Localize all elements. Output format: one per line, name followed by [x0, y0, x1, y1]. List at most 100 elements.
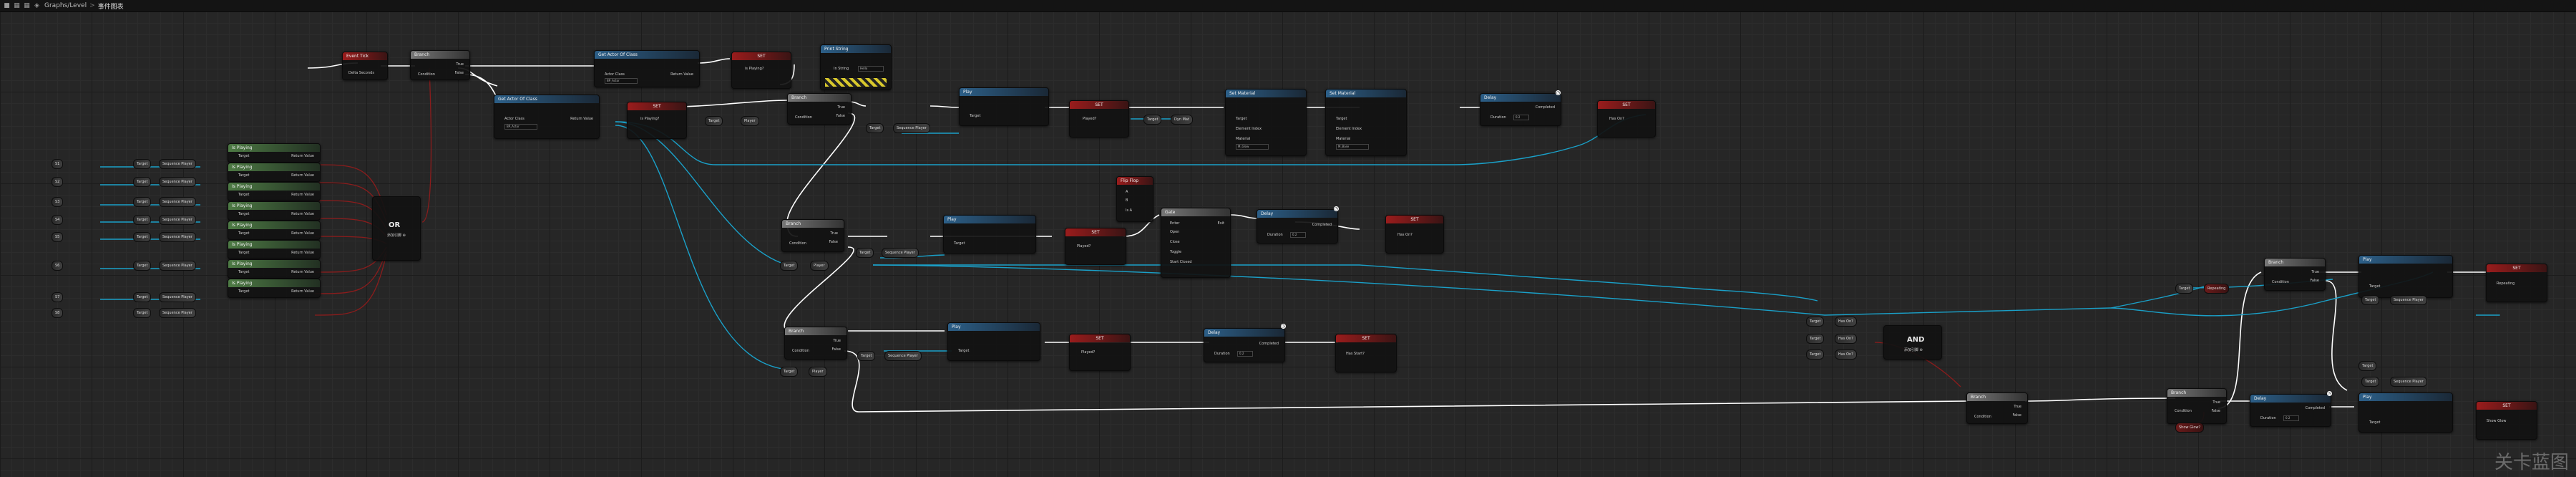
target-pin[interactable]: Target [958, 349, 969, 353]
or-node[interactable]: OR 添加引脚 ⊕ [372, 196, 421, 261]
target-getter[interactable]: Target [133, 308, 152, 318]
variable-getter[interactable]: S1 [52, 159, 64, 169]
return-value-pin[interactable]: Return Value [291, 193, 314, 197]
material-pin[interactable]: Material [1236, 137, 1250, 141]
print-string-node[interactable]: Print String In String Hello [820, 44, 892, 90]
target-pin[interactable]: Target [238, 270, 249, 274]
true-pin[interactable]: True [837, 105, 845, 110]
actor-class-field[interactable]: BP_Actor [504, 124, 537, 130]
actor-class-field[interactable]: BP_Actor [605, 78, 638, 84]
sequence-player-getter[interactable]: Sequence Player [159, 308, 196, 318]
actor-class-pin[interactable]: Actor Class [504, 117, 525, 121]
exit-pin[interactable]: Exit [1218, 221, 1224, 226]
is-playing-node[interactable]: Is Playing Target Return Value [228, 143, 321, 163]
target-getter[interactable]: Target [133, 215, 152, 225]
sequence-player-getter[interactable]: Sequence Player [159, 292, 196, 302]
add-pin-button[interactable]: 添加引脚 ⊕ [1904, 347, 1923, 352]
close-pin[interactable]: Close [1170, 240, 1180, 244]
false-pin[interactable]: False [2310, 279, 2319, 283]
target-pin[interactable]: Target [1236, 117, 1246, 121]
branch-node[interactable]: Branch Condition True False [1966, 392, 2028, 424]
target-getter[interactable]: Target [133, 177, 152, 187]
play-node[interactable]: Play Target [2358, 255, 2453, 298]
variable-getter[interactable]: S8 [52, 308, 64, 318]
true-pin[interactable]: True [830, 231, 838, 236]
set-material-node[interactable]: Set Material Target Element Index Materi… [1325, 89, 1407, 156]
true-pin[interactable]: True [456, 62, 464, 67]
variable-pin[interactable]: Show Glow [2487, 419, 2507, 423]
condition-pin[interactable]: Condition [792, 349, 809, 353]
target-pin[interactable]: Target [238, 154, 249, 158]
target-getter[interactable]: Target [866, 123, 884, 133]
player-getter[interactable]: Player [741, 116, 759, 126]
duration-pin[interactable]: Duration [1267, 233, 1283, 237]
delta-seconds-pin[interactable]: Delta Seconds [348, 71, 374, 75]
duration-pin[interactable]: Duration [2260, 416, 2276, 420]
set-variable-node[interactable]: SET is Playing? [627, 102, 687, 139]
sequence-player-getter[interactable]: Sequence Player [159, 197, 196, 207]
show-glow-getter[interactable]: Show Glow? [2175, 423, 2205, 433]
player-getter[interactable]: Player [810, 261, 829, 271]
play-node[interactable]: Play Target [943, 215, 1036, 254]
target-pin[interactable]: Target [238, 173, 249, 178]
a-pin[interactable]: A [1126, 190, 1128, 194]
is-playing-node[interactable]: Is Playing Target Return Value [228, 279, 321, 298]
variable-getter[interactable]: S4 [52, 215, 64, 225]
return-value-pin[interactable]: Return Value [570, 117, 593, 121]
variable-pin[interactable]: Played? [1081, 350, 1095, 355]
material-getter[interactable]: Dyn Mat [1171, 115, 1193, 125]
sequence-player-getter[interactable]: Sequence Player [893, 123, 930, 133]
return-value-pin[interactable]: Return Value [291, 251, 314, 255]
variable-pin[interactable]: Played? [1083, 117, 1096, 121]
variable-getter[interactable]: S5 [52, 232, 64, 242]
set-variable-node[interactable]: SET Has On? [1597, 100, 1656, 138]
variable-pin[interactable]: Has On? [1609, 117, 1624, 121]
duration-field[interactable]: 0.2 [1513, 115, 1529, 120]
target-getter[interactable]: Target [2175, 284, 2194, 294]
return-value-pin[interactable]: Return Value [291, 270, 314, 274]
target-pin[interactable]: Target [1336, 117, 1347, 121]
return-value-pin[interactable]: Return Value [291, 289, 314, 294]
add-pin-button[interactable]: 添加引脚 ⊕ [387, 233, 406, 238]
variable-getter[interactable]: S3 [52, 197, 64, 207]
sequence-player-getter[interactable]: Sequence Player [882, 248, 919, 258]
completed-pin[interactable]: Completed [2306, 406, 2325, 410]
completed-pin[interactable]: Completed [1312, 223, 1332, 227]
completed-pin[interactable]: Completed [1536, 105, 1555, 110]
set-material-node[interactable]: Set Material Target Element Index Materi… [1225, 89, 1307, 156]
variable-getter[interactable]: S2 [52, 177, 64, 187]
return-value-pin[interactable]: Return Value [291, 212, 314, 216]
element-index-pin[interactable]: Element Index [1336, 127, 1362, 131]
return-value-pin[interactable]: Return Value [291, 173, 314, 178]
branch-node[interactable]: Branch Condition True False [787, 93, 852, 125]
variable-pin[interactable]: Repeating [2497, 281, 2514, 286]
branch-node[interactable]: Branch Condition True False [784, 327, 847, 360]
in-string-field[interactable]: Hello [858, 66, 884, 72]
is-playing-node[interactable]: Is Playing Target Return Value [228, 259, 321, 279]
false-pin[interactable]: False [2012, 413, 2021, 418]
target-pin[interactable]: Target [238, 193, 249, 197]
target-getter[interactable]: Target [1806, 334, 1825, 344]
target-getter[interactable]: Target [780, 261, 799, 271]
condition-pin[interactable]: Condition [795, 115, 812, 120]
set-variable-node[interactable]: SET Played? [1065, 228, 1126, 265]
variable-pin[interactable]: Has Start? [1346, 352, 1365, 356]
sequence-player-getter[interactable]: Sequence Player [159, 232, 196, 242]
set-variable-node[interactable]: SET Played? [1069, 334, 1131, 371]
return-value-pin[interactable]: Return Value [291, 231, 314, 236]
target-getter[interactable]: Target [133, 159, 152, 169]
true-pin[interactable]: True [2311, 270, 2319, 274]
delay-node[interactable]: Delay Duration 0.2 Completed [1257, 209, 1338, 244]
in-string-pin[interactable]: In String [834, 67, 849, 71]
gate-node[interactable]: Gate Enter Open Close Toggle Start Close… [1161, 208, 1231, 278]
is-a-pin[interactable]: Is A [1126, 208, 1132, 213]
material-pin[interactable]: Material [1336, 137, 1350, 141]
false-pin[interactable]: False [2211, 409, 2220, 413]
return-value-pin[interactable]: Return Value [291, 154, 314, 158]
sequence-player-getter[interactable]: Sequence Player [159, 177, 196, 187]
target-getter[interactable]: Target [1806, 317, 1825, 327]
sequence-player-getter[interactable]: Sequence Player [884, 351, 922, 361]
condition-pin[interactable]: Condition [1974, 415, 1991, 419]
duration-field[interactable]: 0.2 [1237, 351, 1253, 357]
get-actor-of-class-node[interactable]: Get Actor Of Class Actor Class BP_Actor … [594, 50, 700, 87]
